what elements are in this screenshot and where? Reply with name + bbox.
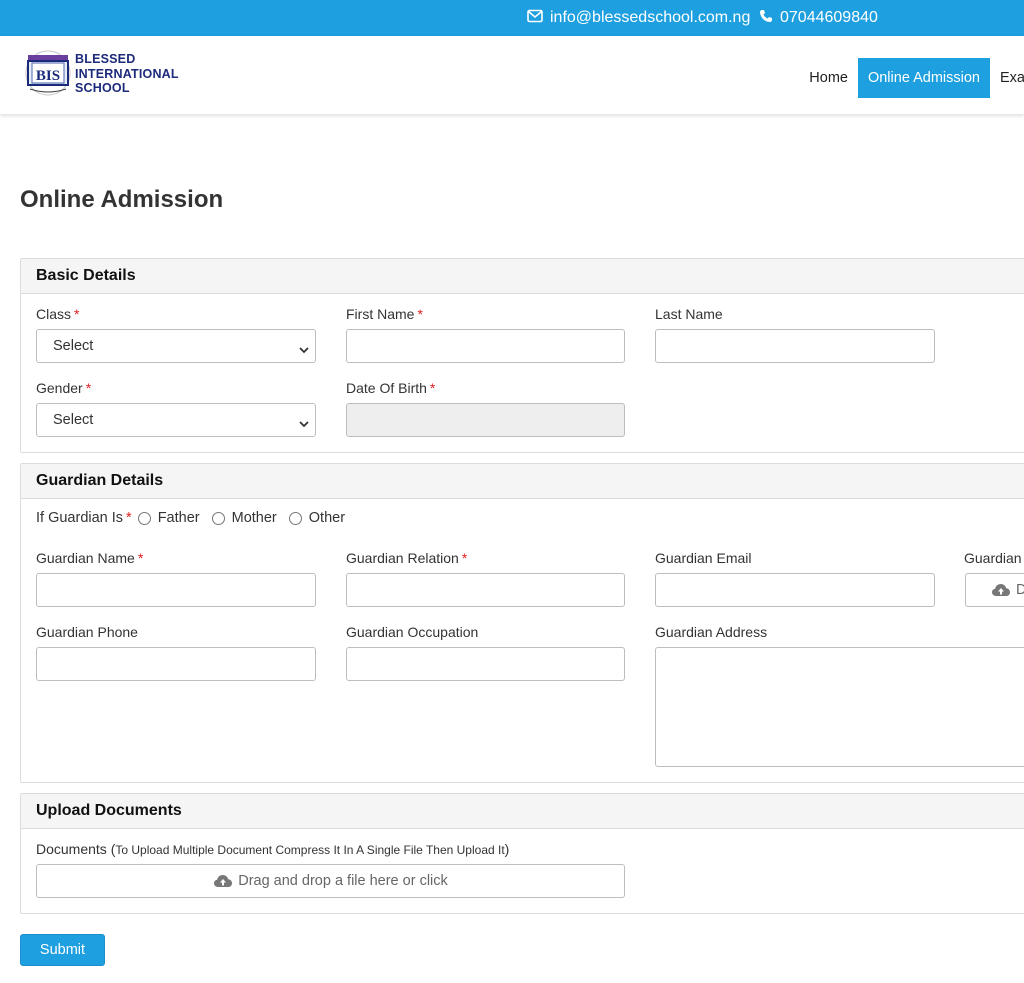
dob-label-text: Date Of Birth: [346, 380, 427, 396]
class-select-value: Select: [53, 338, 94, 354]
documents-dropzone[interactable]: Drag and drop a file here or click: [36, 864, 625, 898]
guardian-name-label-text: Guardian Name: [36, 550, 135, 566]
page-title: Online Admission: [20, 186, 224, 213]
phone-icon: [759, 9, 780, 28]
guardian-relation-label: Guardian Relation *: [346, 550, 467, 566]
guardian-address-textarea[interactable]: [655, 647, 1024, 767]
radio-other[interactable]: Other: [288, 510, 346, 526]
guardian-photo-dropzone[interactable]: D: [965, 573, 1024, 607]
dob-input[interactable]: [346, 403, 625, 437]
nav-exam[interactable]: Exa: [990, 58, 1024, 98]
gender-select[interactable]: Select: [36, 403, 316, 437]
basic-details-heading: Basic Details: [21, 259, 1024, 294]
documents-label-close: ): [504, 841, 510, 857]
gender-label: Gender *: [36, 380, 91, 396]
required-mark: *: [74, 306, 80, 322]
chevron-down-icon: [299, 342, 309, 358]
guardian-name-label: Guardian Name *: [36, 550, 143, 566]
first-name-label: First Name *: [346, 306, 423, 322]
radio-mother-label: Mother: [231, 510, 277, 526]
school-name: BLESSED INTERNATIONAL SCHOOL: [75, 52, 179, 96]
guardian-is-label-text: If Guardian Is: [36, 510, 124, 526]
phone-text: 07044609840: [780, 9, 878, 26]
guardian-relation-label-text: Guardian Relation: [346, 550, 459, 566]
radio-circle[interactable]: [137, 511, 151, 525]
email-contact[interactable]: info@blessedschool.com.ng: [527, 0, 750, 36]
crest-icon: BIS: [24, 49, 72, 99]
guardian-is-row: If Guardian Is * Father Mother Other: [36, 510, 357, 526]
guardian-is-label: If Guardian Is *: [36, 510, 132, 526]
phone-contact[interactable]: 07044609840: [759, 0, 878, 36]
radio-circle[interactable]: [211, 511, 225, 525]
cloud-upload-icon: [991, 582, 1011, 598]
radio-mother[interactable]: Mother: [211, 510, 277, 526]
documents-label: Documents (To Upload Multiple Document C…: [36, 841, 509, 857]
school-logo[interactable]: BIS BLESSED INTERNATIONAL SCHOOL: [24, 49, 179, 99]
gender-select-value: Select: [53, 412, 94, 428]
required-mark: *: [461, 550, 468, 566]
last-name-label: Last Name: [655, 306, 723, 322]
guardian-phone-input[interactable]: [36, 647, 316, 681]
upload-documents-heading: Upload Documents: [21, 794, 1024, 829]
envelope-icon: [527, 9, 550, 28]
radio-other-label: Other: [308, 510, 346, 526]
class-label: Class *: [36, 306, 79, 322]
guardian-email-label: Guardian Email: [655, 550, 752, 566]
required-mark: *: [85, 380, 92, 396]
last-name-input[interactable]: [655, 329, 935, 363]
guardian-name-input[interactable]: [36, 573, 316, 607]
chevron-down-icon: [299, 416, 309, 432]
site-header: BIS BLESSED INTERNATIONAL SCHOOL Home On…: [0, 36, 1024, 114]
school-name-line3: SCHOOL: [75, 81, 130, 96]
radio-father-label: Father: [157, 510, 200, 526]
school-name-line2: INTERNATIONAL: [75, 66, 179, 81]
guardian-photo-label: Guardian: [964, 550, 1022, 566]
class-select[interactable]: Select: [36, 329, 316, 363]
required-mark: *: [429, 380, 436, 396]
email-text: info@blessedschool.com.ng: [550, 9, 751, 26]
guardian-occupation-input[interactable]: [346, 647, 625, 681]
cloud-upload-icon: [213, 873, 238, 889]
nav-home[interactable]: Home: [799, 58, 858, 98]
required-mark: *: [126, 510, 132, 526]
guardian-email-input[interactable]: [655, 573, 935, 607]
documents-dropzone-text: Drag and drop a file here or click: [238, 873, 448, 889]
guardian-details-heading: Guardian Details: [21, 464, 1024, 499]
guardian-phone-label: Guardian Phone: [36, 624, 138, 640]
guardian-occupation-label: Guardian Occupation: [346, 624, 479, 640]
nav-online-admission[interactable]: Online Admission: [857, 58, 990, 98]
school-name-line1: BLESSED: [75, 52, 136, 67]
guardian-photo-dropzone-text: D: [1016, 582, 1024, 598]
guardian-address-label: Guardian Address: [655, 624, 768, 640]
guardian-relation-input[interactable]: [346, 573, 625, 607]
radio-circle[interactable]: [288, 511, 302, 525]
class-label-text: Class: [36, 306, 72, 322]
first-name-input[interactable]: [346, 329, 625, 363]
main-nav: Home Online Admission Exa: [799, 58, 1024, 98]
radio-father[interactable]: Father: [137, 510, 200, 526]
dob-label: Date Of Birth *: [346, 380, 435, 396]
required-mark: *: [417, 306, 423, 322]
first-name-label-text: First Name: [346, 306, 415, 322]
top-contact-bar: info@blessedschool.com.ng 07044609840: [0, 0, 1024, 36]
required-mark: *: [137, 550, 144, 566]
submit-button[interactable]: Submit: [20, 934, 105, 966]
documents-note: To Upload Multiple Document Compress It …: [115, 843, 505, 857]
documents-label-text: Documents (: [36, 841, 116, 857]
crest-text: BIS: [36, 68, 60, 84]
gender-label-text: Gender: [36, 380, 83, 396]
